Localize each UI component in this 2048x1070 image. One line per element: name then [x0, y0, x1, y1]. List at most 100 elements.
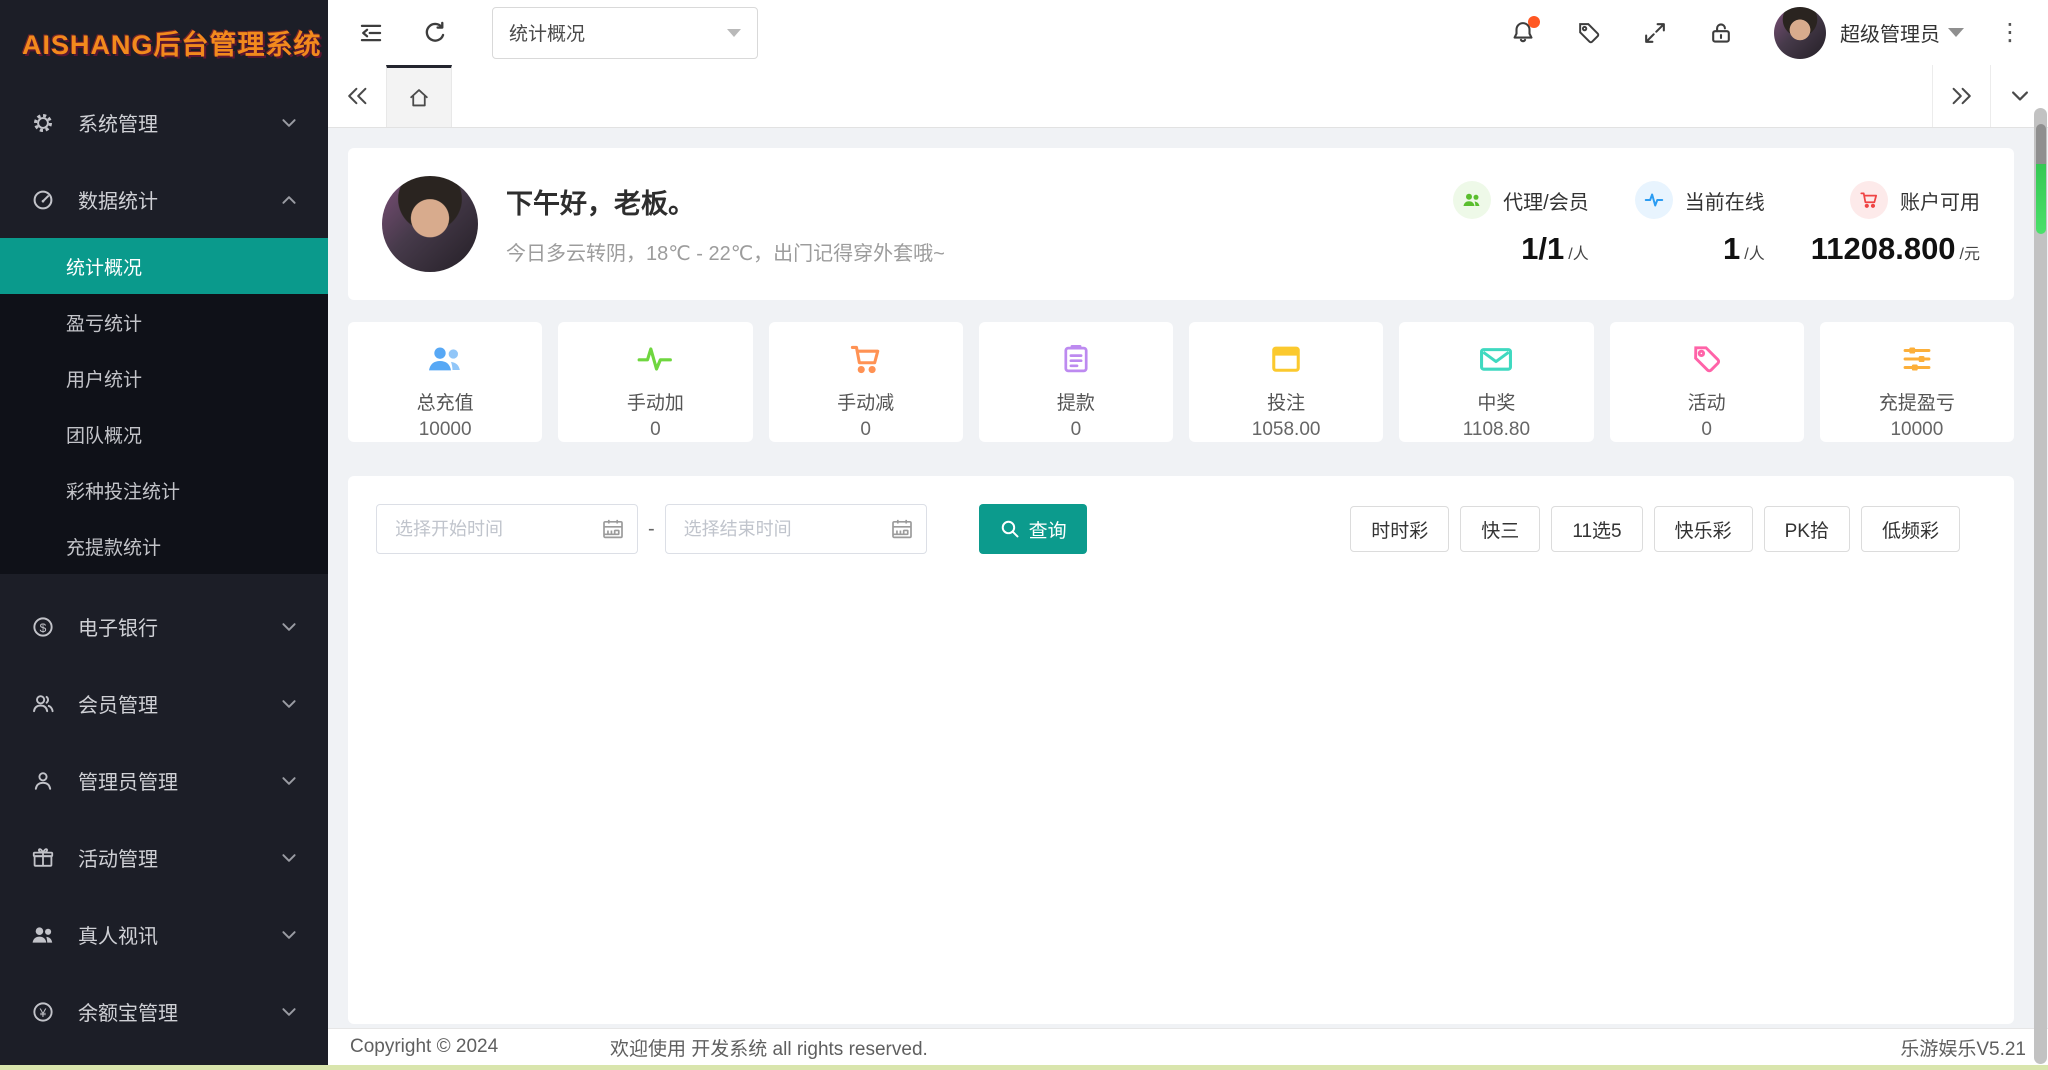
bell-icon[interactable]: [1506, 16, 1540, 50]
card-value: 1058.00: [1252, 419, 1321, 441]
lottery-tab-kuaisan[interactable]: 快三: [1460, 506, 1540, 552]
card-value: 0: [1701, 419, 1712, 441]
sidebar-item-label: 真人视讯: [78, 920, 280, 949]
calendar-icon[interactable]: [601, 517, 625, 541]
members-icon: [30, 692, 56, 716]
sidebar-item-live-video[interactable]: 真人视讯: [0, 896, 328, 973]
withdraw-clipboard-icon: [1058, 342, 1094, 376]
footer-copyright: Copyright © 2024: [350, 1036, 498, 1058]
card-manual-add[interactable]: 手动加 0: [558, 322, 752, 442]
gift-icon: [30, 846, 56, 870]
page-nav-select-value: 统计概况: [509, 19, 727, 46]
card-label: 投注: [1267, 388, 1305, 415]
tabbar: [328, 65, 2048, 128]
lottery-tab-kuailecai[interactable]: 快乐彩: [1654, 506, 1753, 552]
sidebar-item-yuebao[interactable]: ¥ 余额宝管理: [0, 973, 328, 1050]
query-panel: - 查询 时时彩 快三 11选5 快乐彩: [348, 476, 2014, 1024]
sidebar-item-admins[interactable]: 管理员管理: [0, 742, 328, 819]
card-manual-subtract[interactable]: 手动减 0: [769, 322, 963, 442]
tag-icon[interactable]: [1572, 16, 1606, 50]
gear-icon: [30, 111, 56, 135]
submenu-item-deposit-withdraw-stats[interactable]: 充提款统计: [0, 518, 328, 574]
user-menu[interactable]: 超级管理员: [1840, 18, 1964, 47]
lottery-filter-group: 时时彩 快三 11选5 快乐彩 PK拾 低频彩: [1350, 506, 1960, 552]
card-value: 10000: [1890, 419, 1943, 441]
agents-icon: [1453, 181, 1491, 219]
sidebar-item-members[interactable]: 会员管理: [0, 665, 328, 742]
lottery-tab-dipincai[interactable]: 低频彩: [1861, 506, 1960, 552]
start-date-input[interactable]: [393, 518, 601, 541]
card-label: 手动加: [627, 388, 684, 415]
card-value: 0: [860, 419, 871, 441]
vertical-scrollbar[interactable]: [2034, 108, 2047, 1064]
tabs-scroll-right-icon[interactable]: [1932, 65, 1990, 127]
yuan-circle-icon: ¥: [30, 1000, 56, 1024]
user-avatar[interactable]: [1774, 7, 1826, 59]
app-logo-text: AISHANG后台管理系统: [22, 23, 322, 62]
greeting-text: 下午好，老板。: [506, 182, 945, 221]
card-activity[interactable]: 活动 0: [1610, 322, 1804, 442]
end-date-field[interactable]: [665, 504, 927, 554]
tabbar-spacer: [452, 65, 1932, 127]
card-bets[interactable]: 投注 1058.00: [1189, 322, 1383, 442]
collapse-menu-icon[interactable]: [354, 16, 388, 50]
calendar-icon[interactable]: [890, 517, 914, 541]
start-date-field[interactable]: [376, 504, 638, 554]
submenu-item-team-overview[interactable]: 团队概况: [0, 406, 328, 462]
lock-icon[interactable]: [1704, 16, 1738, 50]
search-button[interactable]: 查询: [979, 504, 1087, 554]
welcome-stats: 代理/会员 1/1/人 当前在线 1/人: [1453, 181, 1980, 267]
gauge-icon: [30, 188, 56, 212]
chevron-down-icon: [280, 926, 298, 944]
fullscreen-icon[interactable]: [1638, 16, 1672, 50]
online-pulse-icon: [1635, 181, 1673, 219]
sidebar-item-ebank[interactable]: $ 电子银行: [0, 588, 328, 665]
refresh-icon[interactable]: [418, 16, 452, 50]
page-nav-select[interactable]: 统计概况: [492, 7, 758, 59]
summary-cards-row: 总充值 10000 手动加 0 手动减 0: [348, 322, 2014, 442]
user-name-label: 超级管理员: [1840, 18, 1940, 47]
submenu-item-user-stats[interactable]: 用户统计: [0, 350, 328, 406]
card-withdraw[interactable]: 提款 0: [979, 322, 1173, 442]
chevron-down-icon: [280, 772, 298, 790]
footer-message: 欢迎使用 开发系统 all rights reserved.: [610, 1034, 928, 1061]
card-value: 1108.80: [1463, 419, 1530, 441]
win-mail-icon: [1477, 342, 1515, 376]
filter-row: - 查询 时时彩 快三 11选5 快乐彩: [376, 504, 1986, 554]
lottery-tab-shishicai[interactable]: 时时彩: [1350, 506, 1449, 552]
balance-cart-icon: [1850, 181, 1888, 219]
scrollbar-thumb-upper[interactable]: [2036, 124, 2046, 166]
chevron-down-icon: [727, 29, 741, 37]
sidebar-item-label: 系统管理: [78, 108, 280, 137]
chevron-down-icon: [1948, 28, 1964, 37]
stat-value: 11208.800/元: [1811, 231, 1980, 267]
sidebar-item-data-stats[interactable]: 数据统计: [0, 161, 328, 238]
card-winnings[interactable]: 中奖 1108.80: [1399, 322, 1593, 442]
chevron-down-icon: [280, 1003, 298, 1021]
chevron-down-icon: [280, 695, 298, 713]
submenu-item-lottery-bet-stats[interactable]: 彩种投注统计: [0, 462, 328, 518]
scrollbar-thumb[interactable]: [2036, 164, 2046, 234]
manual-add-pulse-icon: [635, 342, 675, 376]
card-total-recharge[interactable]: 总充值 10000: [348, 322, 542, 442]
lottery-tab-11xuan5[interactable]: 11选5: [1551, 506, 1642, 552]
stat-label: 当前在线: [1685, 186, 1765, 215]
submenu-item-profit-loss[interactable]: 盈亏统计: [0, 294, 328, 350]
sidebar-item-activities[interactable]: 活动管理: [0, 819, 328, 896]
tabs-scroll-left-icon[interactable]: [328, 65, 386, 127]
end-date-input[interactable]: [682, 518, 890, 541]
welcome-panel: 下午好，老板。 今日多云转阴，18℃ - 22℃，出门记得穿外套哦~ 代理/会员…: [348, 148, 2014, 300]
horizontal-scrollbar[interactable]: [0, 1065, 2048, 1070]
profile-photo: [382, 176, 478, 272]
sidebar-item-label: 电子银行: [78, 612, 280, 641]
more-dots-icon[interactable]: ⋮: [1998, 18, 2022, 47]
tab-home[interactable]: [386, 65, 452, 127]
footer: Copyright © 2024 欢迎使用 开发系统 all rights re…: [328, 1028, 2048, 1065]
activity-tag-icon: [1689, 342, 1725, 376]
sidebar-item-system[interactable]: 系统管理: [0, 84, 328, 161]
search-icon: [999, 518, 1021, 540]
weather-text: 今日多云转阴，18℃ - 22℃，出门记得穿外套哦~: [506, 237, 945, 266]
lottery-tab-pkshi[interactable]: PK拾: [1764, 506, 1850, 552]
card-net-profit[interactable]: 充提盈亏 10000: [1820, 322, 2014, 442]
submenu-item-stats-overview[interactable]: 统计概况: [0, 238, 328, 294]
